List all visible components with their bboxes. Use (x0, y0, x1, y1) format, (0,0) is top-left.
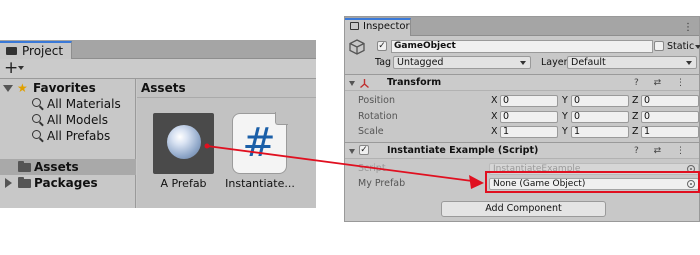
search-icon (32, 98, 41, 107)
more-menu-icon[interactable]: ⋮ (683, 23, 693, 33)
tree-item-label: All Prefabs (47, 129, 111, 143)
tree-item-favorites[interactable]: ★ Favorites (0, 80, 136, 96)
project-folder-tree: ★ Favorites All Materials All Models All… (0, 79, 136, 208)
component-header-icons[interactable]: ? ⇄ ⋮ (634, 77, 691, 90)
search-icon (32, 130, 41, 139)
expand-down-icon[interactable] (3, 85, 13, 92)
script-field-label: Script (358, 163, 386, 174)
axis-y-label: Y (562, 111, 568, 122)
transform-title: Transform (387, 77, 442, 88)
axis-x-label: X (491, 111, 498, 122)
my-prefab-label: My Prefab (358, 178, 406, 189)
chevron-down-icon[interactable] (18, 66, 24, 70)
axis-x-label: X (491, 95, 498, 106)
inspector-tab-bar: Inspector ⋮ (345, 17, 699, 36)
highlight-box (485, 171, 700, 193)
project-window: Project + ★ Favorites All Materials All … (0, 40, 316, 208)
project-tab-bar: Project (0, 40, 316, 60)
asset-label: Instantiate... (225, 177, 295, 190)
asset-instantiate-script[interactable]: # (232, 112, 288, 174)
rotation-label: Rotation (358, 111, 398, 122)
folder-icon (6, 47, 17, 55)
script-component-title: Instantiate Example (Script) (387, 145, 539, 156)
component-enabled-checkbox[interactable]: ✓ (359, 145, 369, 155)
static-checkbox[interactable] (654, 41, 664, 51)
star-icon: ★ (17, 81, 28, 95)
position-y-input[interactable]: 0 (571, 95, 629, 107)
info-icon (350, 22, 359, 30)
project-toolbar: + (0, 59, 316, 79)
expand-right-icon[interactable] (5, 178, 12, 188)
rotation-y-input[interactable]: 0 (571, 111, 629, 123)
folder-icon (18, 177, 31, 188)
prefab-sphere-icon (167, 125, 201, 159)
tab-inspector-label: Inspector (363, 21, 410, 32)
create-button[interactable]: + (4, 60, 18, 77)
collapse-icon[interactable] (349, 81, 355, 86)
chevron-down-icon (520, 61, 526, 65)
layer-label: Layer (541, 57, 568, 68)
csharp-script-icon: # (242, 120, 276, 166)
chevron-down-icon (686, 61, 692, 65)
gameobject-name-input[interactable]: GameObject (391, 40, 653, 53)
axis-x-label: X (491, 126, 498, 137)
add-component-button[interactable]: Add Component (441, 201, 606, 217)
tree-item-label: Favorites (33, 81, 96, 95)
position-label: Position (358, 95, 395, 106)
assets-grid: Assets A Prefab # Instantiate... (137, 79, 316, 208)
tree-item-label: All Materials (47, 97, 121, 111)
tag-dropdown[interactable]: Untagged (393, 56, 531, 69)
layer-value: Default (571, 57, 606, 68)
axis-y-label: Y (562, 126, 568, 137)
asset-label: A Prefab (160, 177, 207, 190)
script-component-header[interactable]: ✓ Instantiate Example (Script) ? ⇄ ⋮ (345, 142, 699, 159)
assets-breadcrumb: Assets (137, 79, 316, 98)
tree-item-label: Packages (34, 176, 98, 190)
scale-label: Scale (358, 126, 384, 137)
tree-item-label: All Models (47, 113, 108, 127)
tree-item-label: Assets (34, 160, 79, 174)
tab-inspector[interactable]: Inspector (345, 18, 411, 36)
tag-value: Untagged (397, 57, 444, 68)
transform-axes-icon (360, 79, 369, 89)
layer-dropdown[interactable]: Default (567, 56, 697, 69)
position-z-input[interactable]: 0 (641, 95, 699, 107)
tag-label: Tag (375, 57, 392, 68)
gameobject-cube-icon (349, 39, 365, 55)
axis-z-label: Z (632, 95, 639, 106)
component-header-icons[interactable]: ? ⇄ ⋮ (634, 145, 691, 158)
folder-icon (18, 161, 31, 172)
tree-item-all-prefabs[interactable]: All Prefabs (0, 128, 136, 144)
rotation-z-input[interactable]: 0 (641, 111, 699, 123)
axis-z-label: Z (632, 126, 639, 137)
rotation-x-input[interactable]: 0 (500, 111, 558, 123)
tree-item-packages[interactable]: Packages (0, 175, 136, 191)
tree-item-all-models[interactable]: All Models (0, 112, 136, 128)
axis-z-label: Z (632, 111, 639, 122)
search-icon (32, 114, 41, 123)
tree-item-assets[interactable]: Assets (0, 159, 136, 175)
scale-y-input[interactable]: 1 (571, 126, 629, 138)
scale-z-input[interactable]: 1 (641, 126, 699, 138)
chevron-down-icon[interactable] (695, 45, 700, 49)
tree-item-all-materials[interactable]: All Materials (0, 96, 136, 112)
active-checkbox[interactable]: ✓ (377, 41, 387, 51)
asset-a-prefab[interactable] (153, 113, 214, 174)
scale-x-input[interactable]: 1 (500, 126, 558, 138)
position-x-input[interactable]: 0 (500, 95, 558, 107)
transform-header[interactable]: Transform ? ⇄ ⋮ (345, 74, 699, 91)
static-label: Static (667, 41, 695, 52)
axis-y-label: Y (562, 95, 568, 106)
collapse-icon[interactable] (349, 149, 355, 154)
tab-project-label: Project (22, 44, 64, 58)
